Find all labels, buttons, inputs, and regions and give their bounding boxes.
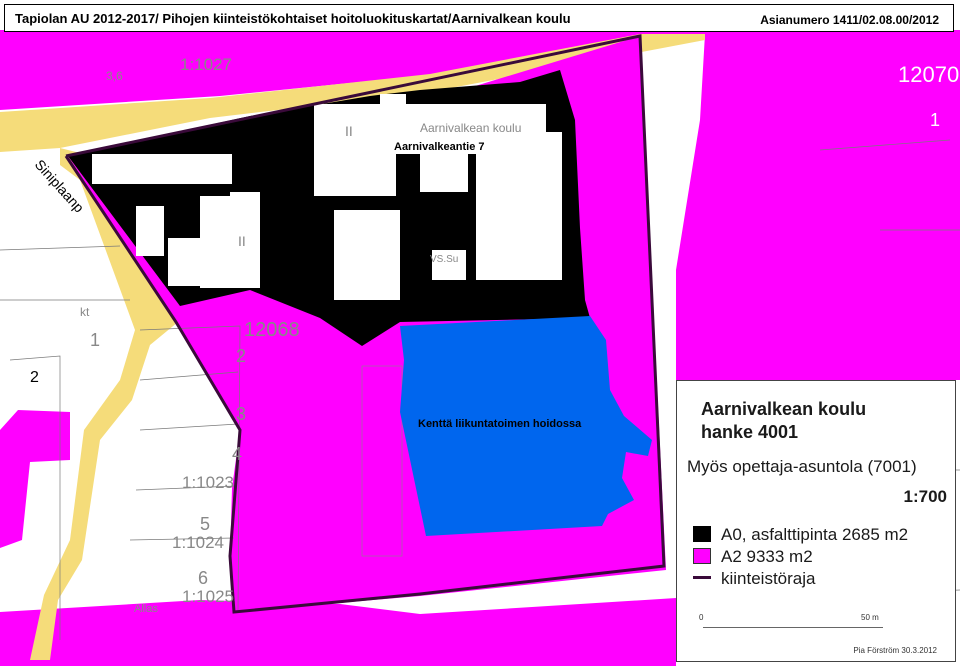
plot-number: 2	[236, 346, 246, 366]
misc-label: Allas	[134, 603, 158, 615]
address-label: Aarnivalkeantie 7	[394, 141, 485, 153]
scale-bar: 0 50 m	[699, 613, 929, 628]
misc-label: VS.Su	[430, 254, 458, 265]
misc-label: kt	[80, 305, 90, 319]
map-title: Tapiolan AU 2012-2017/ Pihojen kiinteist…	[15, 11, 571, 26]
map-page: Aarnivalkean koulu Aarnivalkeantie 7 Ken…	[0, 0, 960, 666]
plot-number: 4	[232, 444, 242, 464]
author-credit: Pia Förström 30.3.2012	[853, 646, 937, 655]
misc-label: 3,6	[106, 69, 123, 83]
school-name-label: Aarnivalkean koulu	[420, 121, 521, 135]
legend-item-asphalt: A0, asfalttipinta 2685 m2	[693, 525, 908, 545]
building-label-2: II	[238, 233, 246, 249]
building-label-1: II	[345, 123, 353, 139]
building	[420, 152, 468, 192]
legend-item-boundary: kiinteistöraja	[693, 569, 816, 589]
building	[380, 94, 406, 112]
scale-label: 1:1023	[182, 473, 234, 492]
legend-title: Aarnivalkean koulu	[701, 399, 867, 419]
plot-number: 1	[90, 330, 100, 350]
building	[334, 210, 400, 300]
legend-subtitle: hanke 4001	[701, 422, 799, 442]
building	[136, 206, 164, 256]
building	[476, 132, 562, 280]
block-label-12068: 12068	[244, 319, 300, 341]
building	[92, 154, 232, 184]
legend-scale: 1:700	[903, 487, 947, 506]
building	[361, 365, 403, 557]
building	[168, 238, 202, 286]
case-number: Asianumero 1411/02.08.00/2012	[760, 13, 939, 27]
legend-note: Myös opettaja-asuntola (7001)	[687, 457, 917, 476]
outer-area-bottom	[0, 598, 676, 666]
scale-label: 1:1025	[182, 587, 234, 606]
boundary-line-swatch	[693, 576, 711, 579]
scale-bar-line	[703, 627, 883, 628]
legend-item-a2: A2 9333 m2	[693, 547, 813, 567]
scale-bar-end: 50 m	[861, 613, 879, 622]
asphalt-swatch	[693, 526, 711, 542]
building	[314, 104, 396, 196]
plot-number: 6	[198, 568, 208, 588]
legend-box: Aarnivalkean koulu hanke 4001 Myös opett…	[676, 380, 956, 662]
legend-item-label: A2 9333 m2	[721, 547, 813, 566]
block-label-12070: 12070	[898, 62, 959, 87]
plot-number: 5	[200, 514, 210, 534]
title-bar: Tapiolan AU 2012-2017/ Pihojen kiinteist…	[4, 4, 954, 32]
plot-number: 3	[236, 404, 246, 424]
scale-label: 1:1027	[180, 55, 232, 74]
scale-bar-start: 0	[699, 613, 704, 622]
scale-label: 1:1024	[172, 533, 224, 552]
field-label: Kenttä liikuntatoimen hoidossa	[418, 418, 582, 430]
legend-item-label: A0, asfalttipinta 2685 m2	[721, 525, 909, 544]
plot-number: 1	[930, 110, 940, 130]
plot-number: 2	[30, 369, 39, 386]
legend-item-label: kiinteistöraja	[721, 569, 816, 588]
a2-swatch	[693, 548, 711, 564]
